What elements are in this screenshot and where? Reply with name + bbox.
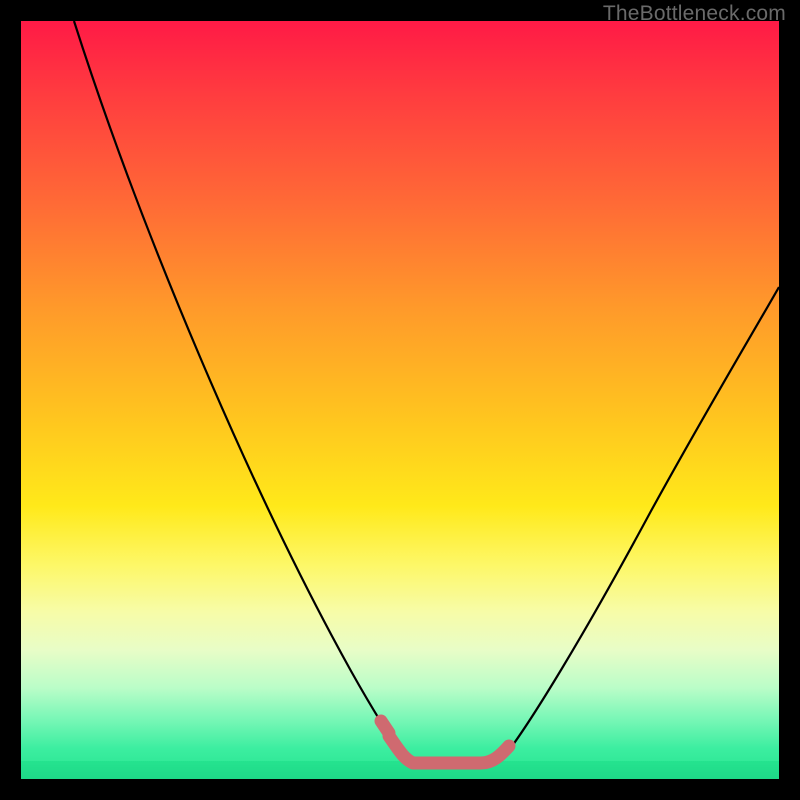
left-marker-dot [381, 721, 389, 733]
chart-plot-area [21, 21, 779, 779]
chart-curves-svg [21, 21, 779, 779]
right-curve [507, 287, 779, 753]
left-curve [74, 21, 401, 753]
bottom-marker [389, 736, 509, 763]
